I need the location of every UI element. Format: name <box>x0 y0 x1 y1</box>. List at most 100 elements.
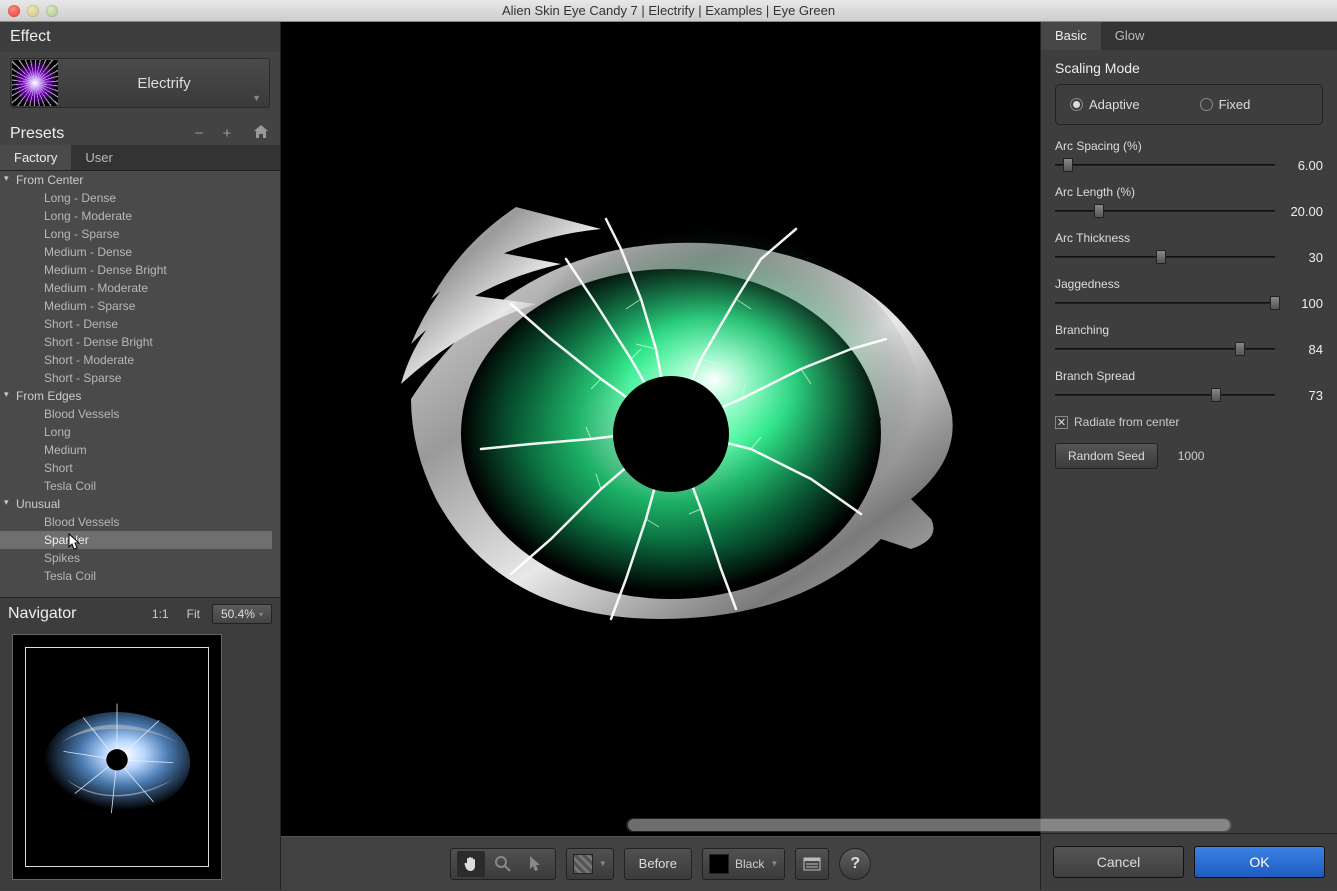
random-seed-button[interactable]: Random Seed <box>1055 443 1158 469</box>
preset-item[interactable]: Medium - Moderate <box>0 279 272 297</box>
footer: Cancel OK <box>1041 833 1337 890</box>
checkbox-radiate[interactable]: ✕ Radiate from center <box>1055 415 1323 429</box>
preview-canvas[interactable] <box>281 22 1040 836</box>
chevron-down-icon: ▼ <box>599 859 607 868</box>
cancel-button[interactable]: Cancel <box>1053 846 1184 878</box>
slider-arc-spacing[interactable] <box>1055 157 1275 173</box>
zoom-fit-button[interactable]: Fit <box>181 607 206 621</box>
chevron-down-icon: ▼ <box>770 859 778 868</box>
group-unusual[interactable]: Unusual <box>0 495 272 513</box>
preset-item[interactable]: Blood Vessels <box>0 405 272 423</box>
hand-tool[interactable] <box>457 851 485 877</box>
swatch-icon <box>573 854 593 874</box>
zoom-tool[interactable] <box>489 851 517 877</box>
swatch-icon <box>709 854 729 874</box>
preset-item[interactable]: Short - Moderate <box>0 351 272 369</box>
param-arc-thickness: Arc Thickness 30 <box>1055 231 1323 265</box>
param-value[interactable]: 100 <box>1285 296 1323 311</box>
slider-arc-thickness[interactable] <box>1055 249 1275 265</box>
preset-item[interactable]: Long - Dense <box>0 189 272 207</box>
slider-branching[interactable] <box>1055 341 1275 357</box>
preset-item[interactable]: Short - Dense Bright <box>0 333 272 351</box>
slider-arc-length[interactable] <box>1055 203 1275 219</box>
home-icon[interactable] <box>252 124 270 143</box>
zoom-value: 50.4% <box>221 607 255 621</box>
settings-body: Scaling Mode Adaptive Fixed Arc Spacing … <box>1041 50 1337 479</box>
ok-label: OK <box>1249 854 1269 870</box>
preset-item[interactable]: Short - Sparse <box>0 369 272 387</box>
param-value[interactable]: 30 <box>1285 250 1323 265</box>
group-from-center[interactable]: From Center <box>0 171 272 189</box>
group-from-edges[interactable]: From Edges <box>0 387 272 405</box>
param-value[interactable]: 6.00 <box>1285 158 1323 173</box>
preset-item[interactable]: Long <box>0 423 272 441</box>
horizontal-scrollbar[interactable] <box>626 818 1232 832</box>
checkbox-radiate-label: Radiate from center <box>1074 415 1179 429</box>
slider-jaggedness[interactable] <box>1055 295 1275 311</box>
tool-group-navigate <box>450 848 556 880</box>
preset-item[interactable]: Medium - Dense <box>0 243 272 261</box>
preset-item[interactable]: Medium - Dense Bright <box>0 261 272 279</box>
center-panel: ▼ Before Black ▼ ? <box>281 22 1040 890</box>
scaling-mode-group: Adaptive Fixed <box>1055 84 1323 125</box>
radio-fixed[interactable]: Fixed <box>1200 97 1251 112</box>
scrollbar-thumb[interactable] <box>628 819 1230 831</box>
radio-adaptive-label: Adaptive <box>1089 97 1140 112</box>
plus-icon[interactable]: + <box>218 125 236 142</box>
radio-off-icon <box>1200 98 1213 111</box>
scaling-mode-title: Scaling Mode <box>1055 60 1323 76</box>
checkbox-checked-icon: ✕ <box>1055 416 1068 429</box>
preset-item[interactable]: Tesla Coil <box>0 567 272 585</box>
param-label: Jaggedness <box>1055 277 1323 291</box>
param-value[interactable]: 84 <box>1285 342 1323 357</box>
background-swatch[interactable]: Black ▼ <box>702 848 785 880</box>
tab-glow[interactable]: Glow <box>1101 22 1159 50</box>
effect-section-header: Effect <box>0 22 280 52</box>
zoom-1to1-button[interactable]: 1:1 <box>146 607 175 621</box>
presets-header-label: Presets <box>10 125 190 143</box>
preset-item[interactable]: Blood Vessels <box>0 513 272 531</box>
param-value[interactable]: 20.00 <box>1285 204 1323 219</box>
preset-item[interactable]: Tesla Coil <box>0 477 272 495</box>
random-seed-value[interactable]: 1000 <box>1178 449 1205 463</box>
pointer-tool[interactable] <box>521 851 549 877</box>
title-bar: Alien Skin Eye Candy 7 | Electrify | Exa… <box>0 0 1337 22</box>
preset-item[interactable]: Medium - Sparse <box>0 297 272 315</box>
param-label: Arc Length (%) <box>1055 185 1323 199</box>
param-label: Branching <box>1055 323 1323 337</box>
ok-button[interactable]: OK <box>1194 846 1325 878</box>
param-jaggedness: Jaggedness 100 <box>1055 277 1323 311</box>
chevron-down-icon: ▼ <box>252 93 261 103</box>
minus-icon[interactable]: − <box>190 125 208 142</box>
preset-item[interactable]: Short - Dense <box>0 315 272 333</box>
preset-item[interactable]: Spikes <box>0 549 272 567</box>
preset-item[interactable]: Short <box>0 459 272 477</box>
preset-scroll[interactable]: From Center Long - Dense Long - Moderate… <box>0 171 272 597</box>
preset-item[interactable]: Long - Moderate <box>0 207 272 225</box>
radio-adaptive[interactable]: Adaptive <box>1070 97 1140 112</box>
navigator-viewport-rect[interactable] <box>25 647 209 867</box>
effect-selector[interactable]: Electrify ▼ <box>10 58 270 108</box>
preview-artwork <box>341 149 981 709</box>
preset-item-selected[interactable]: Sparkler <box>0 531 272 549</box>
preset-item[interactable]: Long - Sparse <box>0 225 272 243</box>
panel-toggle-button[interactable] <box>795 848 829 880</box>
param-value[interactable]: 73 <box>1285 388 1323 403</box>
help-button[interactable]: ? <box>839 848 871 880</box>
param-branching: Branching 84 <box>1055 323 1323 357</box>
window-title: Alien Skin Eye Candy 7 | Electrify | Exa… <box>0 3 1337 18</box>
navigator-preview[interactable] <box>12 634 222 880</box>
before-button[interactable]: Before <box>624 848 692 880</box>
effect-header-label: Effect <box>10 28 51 46</box>
tab-factory[interactable]: Factory <box>0 145 71 170</box>
foreground-swatch[interactable]: ▼ <box>566 848 614 880</box>
random-seed-row: Random Seed 1000 <box>1055 443 1323 469</box>
cursor-icon <box>68 533 82 551</box>
preset-item[interactable]: Medium <box>0 441 272 459</box>
effect-thumbnail <box>12 60 58 106</box>
zoom-select[interactable]: 50.4% <box>212 604 272 624</box>
slider-branch-spread[interactable] <box>1055 387 1275 403</box>
tab-basic[interactable]: Basic <box>1041 22 1101 50</box>
navigator-section: Navigator 1:1 Fit 50.4% <box>0 597 280 890</box>
tab-user[interactable]: User <box>71 145 126 170</box>
